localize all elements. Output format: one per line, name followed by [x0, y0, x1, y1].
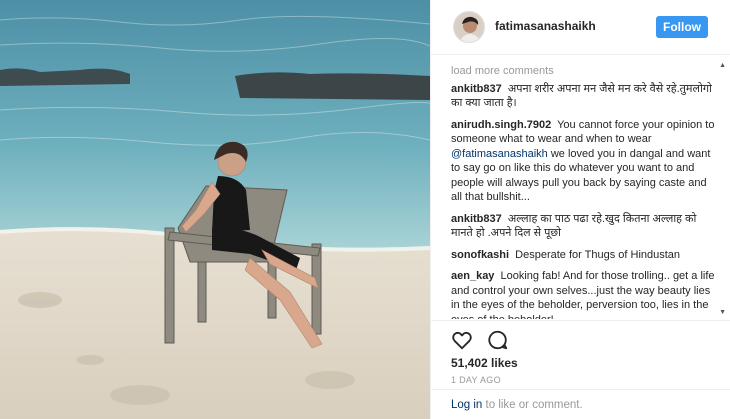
likes-count[interactable]: 51,402 likes	[451, 356, 518, 370]
comment-username[interactable]: sonofkashi	[451, 249, 509, 261]
comment-username[interactable]: ankitb837	[451, 83, 502, 95]
comment-username[interactable]: anirudh.singh.7902	[451, 119, 551, 131]
post-side-panel: fatimasanashaikh Follow ▲ ▼ load more co…	[430, 0, 730, 419]
post-timestamp[interactable]: 1 DAY AGO	[451, 375, 501, 385]
login-prompt: Log in to like or comment.	[431, 389, 730, 419]
post-header: fatimasanashaikh Follow	[431, 0, 730, 55]
comments-list: load more comments ankitb837 अपना शरीर अ…	[451, 64, 719, 319]
comment-bubble-icon[interactable]	[487, 329, 509, 351]
triangle-down-icon[interactable]: ▼	[719, 309, 726, 316]
login-link[interactable]: Log in	[451, 399, 482, 411]
comment-item: ankitb837 अल्लाह का पाठ पढा रहे.खुद कितन…	[451, 212, 719, 241]
avatar-image	[454, 12, 484, 42]
post-author-username[interactable]: fatimasanashaikh	[495, 19, 596, 33]
triangle-up-icon[interactable]: ▲	[719, 62, 726, 69]
comment-username[interactable]: aen_kay	[451, 270, 494, 282]
comment-mention-link[interactable]: @fatimasanashaikh	[451, 148, 548, 160]
follow-button[interactable]: Follow	[656, 16, 708, 38]
avatar[interactable]	[453, 11, 485, 43]
comment-username[interactable]: ankitb837	[451, 213, 502, 225]
comment-item: sonofkashi Desperate for Thugs of Hindus…	[451, 248, 719, 263]
load-more-comments-link[interactable]: load more comments	[451, 64, 719, 79]
comment-item: aen_kay Looking fab! And for those troll…	[451, 269, 719, 319]
heart-icon[interactable]	[451, 329, 473, 351]
comment-item: ankitb837 अपना शरीर अपना मन जैसे मन करे …	[451, 82, 719, 111]
login-prompt-text: to like or comment.	[482, 399, 583, 411]
comment-text: Desperate for Thugs of Hindustan	[515, 248, 681, 261]
post-photo[interactable]	[0, 0, 430, 419]
comment-item: anirudh.singh.7902 You cannot force your…	[451, 118, 719, 205]
beach-photo-image	[0, 0, 430, 419]
